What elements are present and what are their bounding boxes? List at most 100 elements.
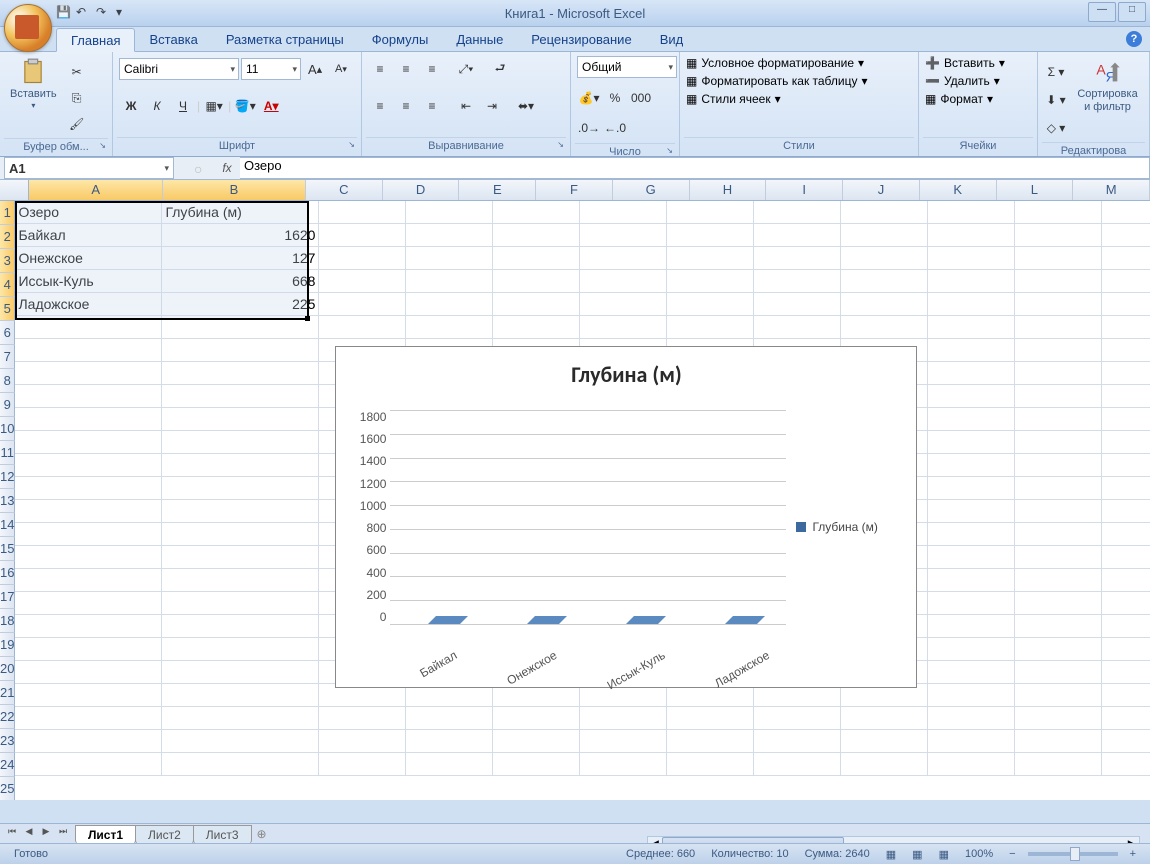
row-header-9[interactable]: 9 — [0, 393, 15, 417]
row-header-8[interactable]: 8 — [0, 369, 15, 393]
cell-A20[interactable] — [15, 638, 162, 661]
cell-B6[interactable] — [162, 316, 319, 339]
cell-K14[interactable] — [1015, 500, 1102, 523]
cell-D5[interactable] — [406, 293, 493, 316]
cell-L24[interactable] — [1102, 730, 1150, 753]
cell-A11[interactable] — [15, 431, 162, 454]
cell-L7[interactable] — [1102, 339, 1150, 362]
cell-B13[interactable] — [162, 477, 319, 500]
delete-cells-button[interactable]: ➖Удалить ▾ — [925, 74, 1000, 88]
cell-H24[interactable] — [754, 730, 841, 753]
cell-B20[interactable] — [162, 638, 319, 661]
cell-J24[interactable] — [928, 730, 1015, 753]
orientation-icon[interactable]: ⤢▾ — [454, 57, 478, 81]
cell-H2[interactable] — [754, 224, 841, 247]
row-header-22[interactable]: 22 — [0, 705, 15, 729]
redo-icon[interactable]: ↷ — [96, 5, 112, 21]
col-header-B[interactable]: B — [163, 180, 306, 200]
align-top-icon[interactable]: ≡ — [368, 57, 392, 81]
cell-styles-button[interactable]: ▦Стили ячеек ▾ — [686, 92, 781, 106]
cell-I25[interactable] — [841, 753, 928, 776]
new-sheet-icon[interactable]: ⊕ — [257, 827, 267, 841]
col-header-J[interactable]: J — [843, 180, 920, 200]
next-sheet-icon[interactable]: ▶ — [38, 826, 54, 842]
view-layout-icon[interactable]: ▦ — [912, 848, 922, 861]
cell-A16[interactable] — [15, 546, 162, 569]
cell-B23[interactable] — [162, 707, 319, 730]
cell-F2[interactable] — [580, 224, 667, 247]
fill-color-icon[interactable]: 🪣▾ — [233, 94, 257, 118]
cell-E3[interactable] — [493, 247, 580, 270]
cell-J11[interactable] — [928, 431, 1015, 454]
tab-Рецензирование[interactable]: Рецензирование — [517, 28, 645, 51]
row-header-20[interactable]: 20 — [0, 657, 15, 681]
borders-icon[interactable]: ▦▾ — [202, 94, 226, 118]
row-header-18[interactable]: 18 — [0, 609, 15, 633]
cell-B24[interactable] — [162, 730, 319, 753]
cell-L23[interactable] — [1102, 707, 1150, 730]
row-header-1[interactable]: 1 — [0, 201, 15, 225]
align-left-icon[interactable]: ≡ — [368, 94, 392, 118]
cell-B9[interactable] — [162, 385, 319, 408]
cell-B12[interactable] — [162, 454, 319, 477]
cell-I3[interactable] — [841, 247, 928, 270]
cell-B3[interactable]: 127 — [162, 247, 319, 270]
cell-I6[interactable] — [841, 316, 928, 339]
cell-L13[interactable] — [1102, 477, 1150, 500]
cell-A6[interactable] — [15, 316, 162, 339]
cell-J18[interactable] — [928, 592, 1015, 615]
cell-B4[interactable]: 668 — [162, 270, 319, 293]
cell-L15[interactable] — [1102, 523, 1150, 546]
cell-F6[interactable] — [580, 316, 667, 339]
help-icon[interactable]: ? — [1126, 31, 1142, 47]
cell-J10[interactable] — [928, 408, 1015, 431]
cell-B14[interactable] — [162, 500, 319, 523]
embedded-chart[interactable]: Глубина (м) 1800160014001200100080060040… — [335, 346, 917, 688]
cell-L9[interactable] — [1102, 385, 1150, 408]
decrease-indent-icon[interactable]: ⇤ — [454, 94, 478, 118]
cell-B1[interactable]: Глубина (м) — [162, 201, 319, 224]
cell-K1[interactable] — [1015, 201, 1102, 224]
format-cells-button[interactable]: ▦Формат ▾ — [925, 92, 993, 106]
save-icon[interactable]: 💾 — [56, 5, 72, 21]
cell-K5[interactable] — [1015, 293, 1102, 316]
wrap-text-icon[interactable]: ⮐ — [488, 57, 512, 81]
cell-J20[interactable] — [928, 638, 1015, 661]
cell-C23[interactable] — [319, 707, 406, 730]
cell-D3[interactable] — [406, 247, 493, 270]
col-header-E[interactable]: E — [459, 180, 536, 200]
cell-B8[interactable] — [162, 362, 319, 385]
cell-B15[interactable] — [162, 523, 319, 546]
cell-I4[interactable] — [841, 270, 928, 293]
cell-J14[interactable] — [928, 500, 1015, 523]
autosum-icon[interactable]: Σ ▾ — [1044, 60, 1068, 84]
cell-L21[interactable] — [1102, 661, 1150, 684]
cell-A1[interactable]: Озеро — [15, 201, 162, 224]
select-all-corner[interactable] — [0, 180, 29, 200]
tab-Вставка[interactable]: Вставка — [135, 28, 211, 51]
cell-G3[interactable] — [667, 247, 754, 270]
cell-L5[interactable] — [1102, 293, 1150, 316]
cell-B11[interactable] — [162, 431, 319, 454]
cell-A17[interactable] — [15, 569, 162, 592]
cell-J7[interactable] — [928, 339, 1015, 362]
row-header-4[interactable]: 4 — [0, 273, 15, 297]
cell-L4[interactable] — [1102, 270, 1150, 293]
cell-L3[interactable] — [1102, 247, 1150, 270]
cell-A9[interactable] — [15, 385, 162, 408]
cell-J4[interactable] — [928, 270, 1015, 293]
cell-F24[interactable] — [580, 730, 667, 753]
cell-K18[interactable] — [1015, 592, 1102, 615]
cell-A3[interactable]: Онежское — [15, 247, 162, 270]
cell-A24[interactable] — [15, 730, 162, 753]
fill-icon[interactable]: ⬇ ▾ — [1044, 88, 1068, 112]
cell-A5[interactable]: Ладожское — [15, 293, 162, 316]
paste-button[interactable]: Вставить▾ — [6, 56, 61, 113]
maximize-button[interactable]: □ — [1118, 2, 1146, 22]
cell-H4[interactable] — [754, 270, 841, 293]
tab-Данные[interactable]: Данные — [442, 28, 517, 51]
col-header-F[interactable]: F — [536, 180, 613, 200]
cell-B25[interactable] — [162, 753, 319, 776]
cell-H3[interactable] — [754, 247, 841, 270]
cell-A8[interactable] — [15, 362, 162, 385]
